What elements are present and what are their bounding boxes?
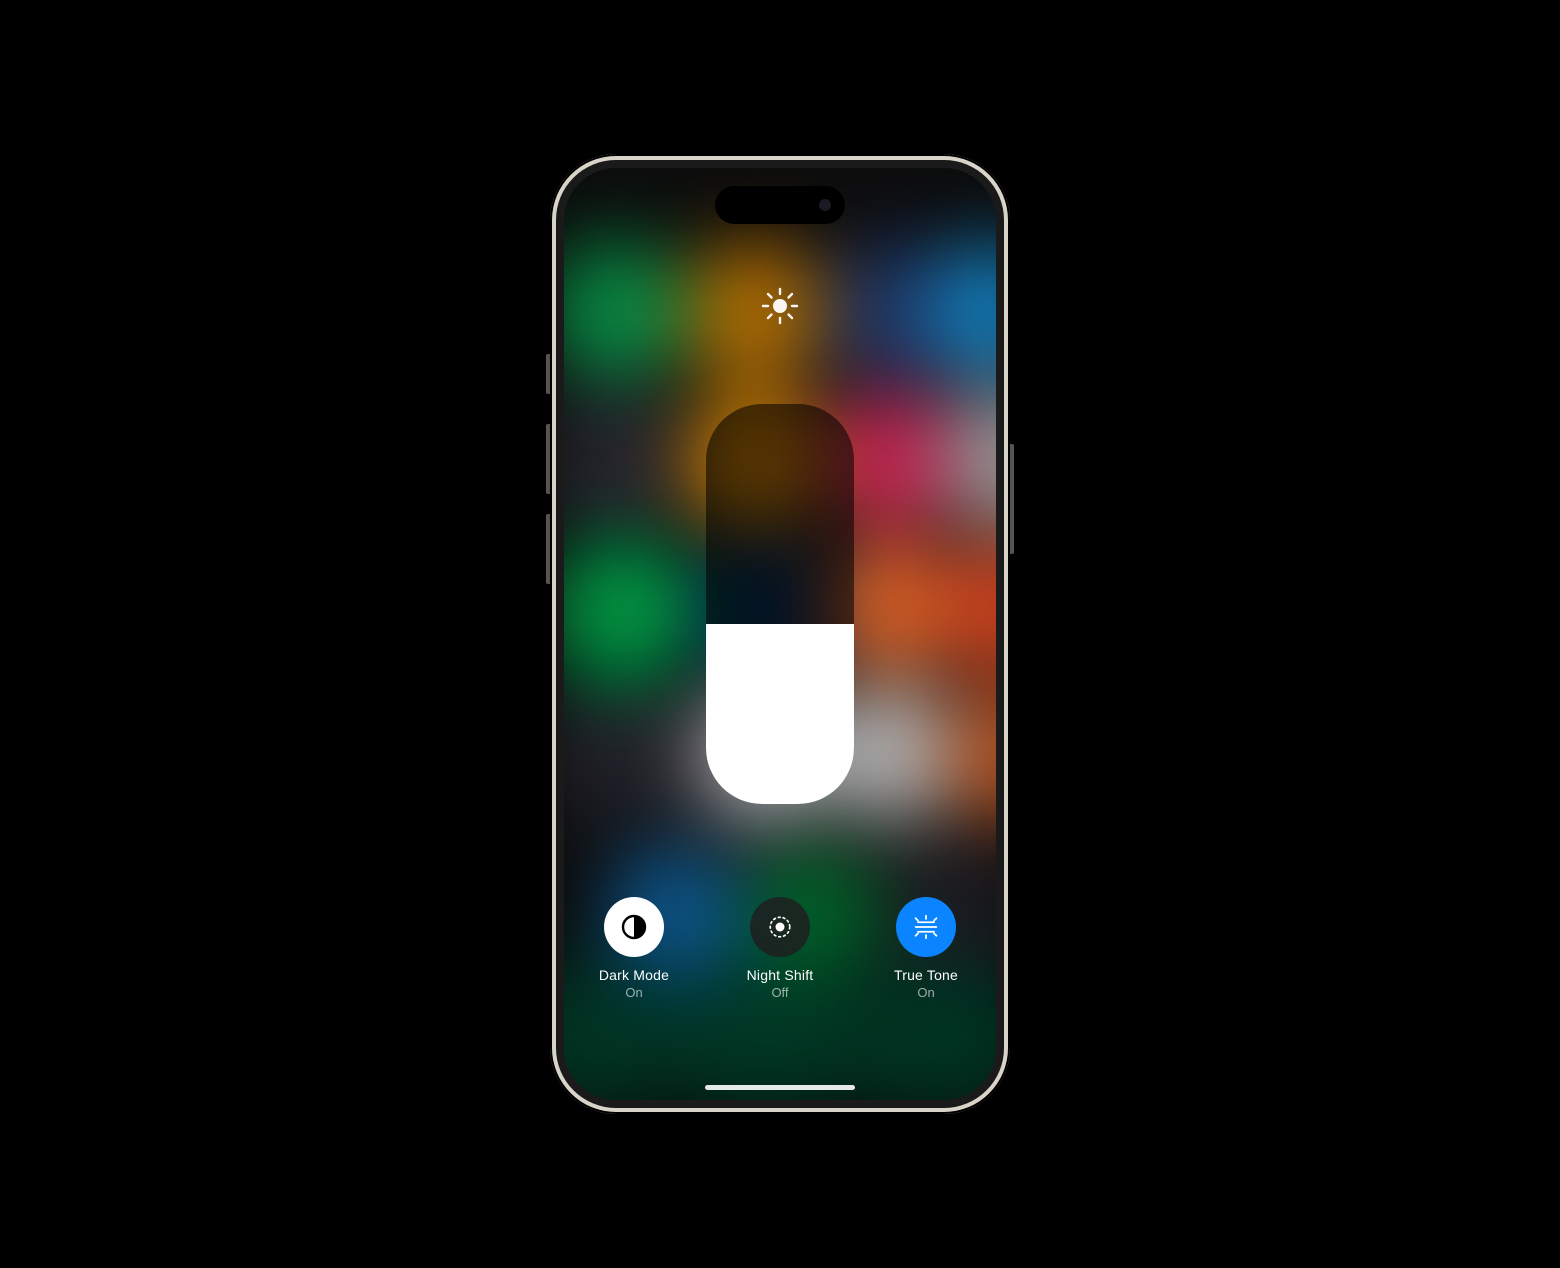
dynamic-island <box>715 186 845 224</box>
night-shift-label: Night Shift <box>747 967 814 983</box>
stage: Dark Mode On Night Shift <box>0 0 1560 1268</box>
true-tone-icon <box>896 897 956 957</box>
brightness-slider-fill <box>706 624 854 804</box>
display-toggle-row: Dark Mode On Night Shift <box>564 897 996 1000</box>
night-shift-icon <box>750 897 810 957</box>
night-shift-status: Off <box>771 985 788 1000</box>
phone-frame: Dark Mode On Night Shift <box>550 154 1010 1114</box>
brightness-icon <box>760 286 800 326</box>
true-tone-status: On <box>917 985 934 1000</box>
true-tone-toggle[interactable]: True Tone On <box>881 897 971 1000</box>
side-button[interactable] <box>1010 444 1014 554</box>
screen: Dark Mode On Night Shift <box>564 168 996 1100</box>
home-indicator[interactable] <box>705 1085 855 1090</box>
dark-mode-label: Dark Mode <box>599 967 669 983</box>
dark-mode-icon <box>604 897 664 957</box>
true-tone-label: True Tone <box>894 967 958 983</box>
control-center-brightness-panel: Dark Mode On Night Shift <box>564 168 996 1100</box>
dark-mode-status: On <box>625 985 642 1000</box>
brightness-slider[interactable] <box>706 404 854 804</box>
dark-mode-toggle[interactable]: Dark Mode On <box>589 897 679 1000</box>
night-shift-toggle[interactable]: Night Shift Off <box>735 897 825 1000</box>
